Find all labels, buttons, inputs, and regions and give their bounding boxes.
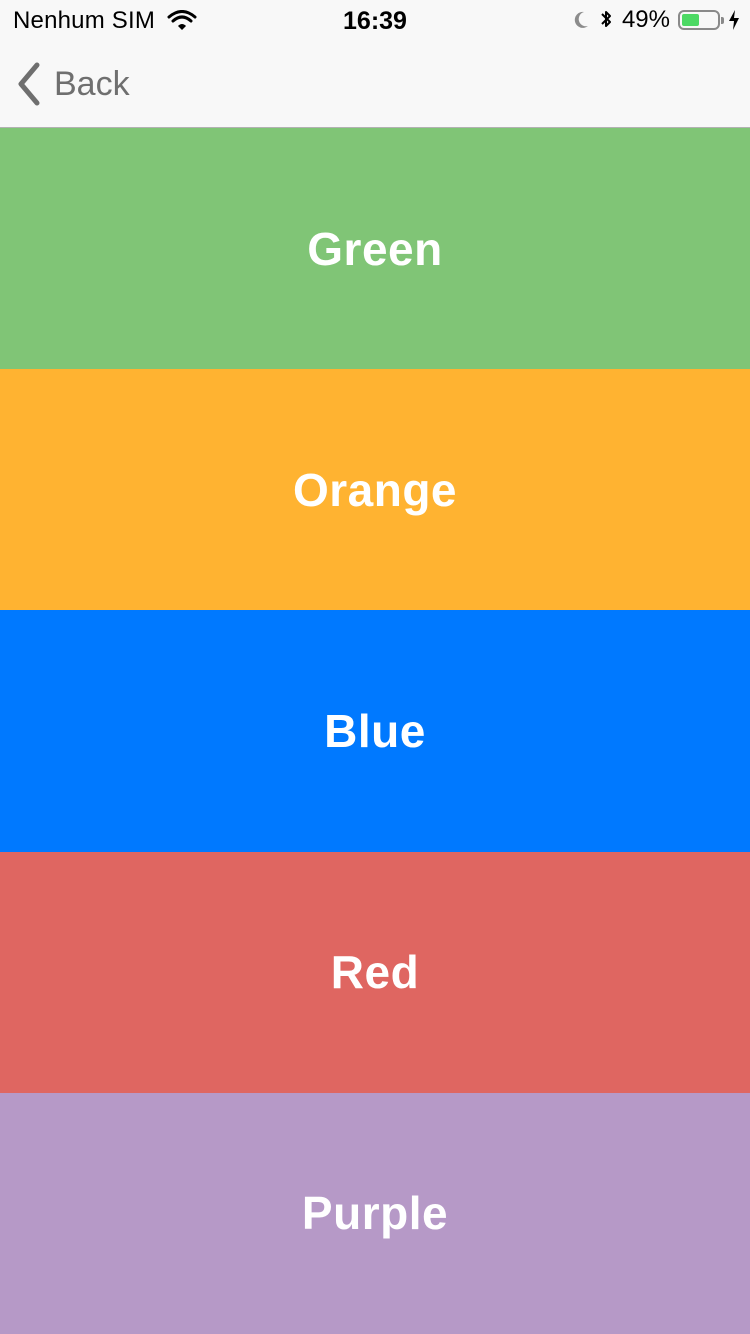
color-label: Green bbox=[307, 222, 443, 275]
color-item-red[interactable]: Red bbox=[0, 851, 750, 1093]
color-item-purple[interactable]: Purple bbox=[0, 1092, 750, 1334]
back-button[interactable]: Back bbox=[16, 60, 130, 108]
moon-icon bbox=[572, 10, 590, 30]
color-item-blue[interactable]: Blue bbox=[0, 610, 750, 852]
color-label: Red bbox=[330, 946, 420, 999]
color-label: Purple bbox=[301, 1187, 449, 1240]
color-list: Green Orange Blue Red Purple bbox=[0, 128, 750, 1334]
battery-fill bbox=[682, 14, 699, 26]
color-item-orange[interactable]: Orange bbox=[0, 369, 750, 611]
battery-percent: 49% bbox=[621, 6, 670, 33]
bluetooth-icon bbox=[598, 8, 614, 32]
battery-icon bbox=[678, 10, 724, 30]
status-bar: Nenhum SIM 16:39 49% bbox=[0, 0, 750, 40]
back-label: Back bbox=[54, 64, 130, 103]
color-label: Blue bbox=[324, 704, 426, 757]
color-label: Orange bbox=[292, 463, 458, 516]
navigation-bar: Back bbox=[0, 40, 750, 128]
status-right-group: 49% bbox=[572, 6, 740, 34]
color-item-green[interactable]: Green bbox=[0, 128, 750, 370]
charging-icon bbox=[728, 9, 740, 31]
chevron-left-icon bbox=[16, 62, 42, 106]
